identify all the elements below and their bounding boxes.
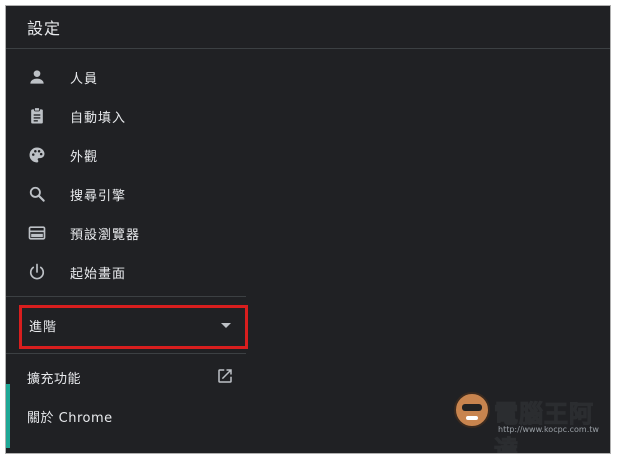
settings-window: 設定 人員 自動填入 外觀 搜尋引擎 預設瀏覽器 起始畫面 進階 擴充功能 關於…	[5, 5, 611, 454]
browser-window-icon	[27, 223, 47, 243]
person-icon	[27, 67, 47, 87]
watermark: 電腦王阿達 http://www.kocpc.com.tw	[446, 384, 610, 453]
sidebar-item-appearance[interactable]: 外觀	[6, 137, 246, 173]
sidebar-item-label: 人員	[70, 72, 99, 87]
clipboard-icon	[27, 106, 47, 126]
palette-icon	[27, 145, 47, 165]
watermark-title: 電腦王阿達	[494, 400, 594, 454]
sidebar-item-startup[interactable]: 起始畫面	[6, 254, 246, 290]
sidebar-item-label: 外觀	[70, 150, 99, 165]
advanced-toggle[interactable]: 進階	[19, 305, 248, 349]
advanced-label: 進階	[29, 320, 58, 335]
divider	[6, 296, 246, 297]
settings-header: 設定	[6, 6, 610, 49]
divider	[6, 353, 246, 354]
caret-down-icon	[221, 323, 231, 328]
watermark-url: http://www.kocpc.com.tw	[498, 425, 599, 434]
extensions-label: 擴充功能	[27, 372, 82, 387]
mascot-logo-icon	[454, 392, 490, 428]
sidebar-item-label: 預設瀏覽器	[70, 228, 141, 243]
sidebar-item-label: 自動填入	[70, 111, 127, 126]
sidebar-item-label: 起始畫面	[70, 267, 127, 282]
about-chrome-label: 關於 Chrome	[27, 411, 113, 426]
search-icon	[27, 184, 47, 204]
sidebar-item-search-engine[interactable]: 搜尋引擎	[6, 176, 246, 212]
sidebar-item-label: 搜尋引擎	[70, 189, 127, 204]
page-title: 設定	[27, 19, 62, 38]
about-chrome-link[interactable]: 關於 Chrome	[6, 400, 246, 432]
power-icon	[27, 262, 47, 282]
sidebar-item-default-browser[interactable]: 預設瀏覽器	[6, 215, 246, 251]
sidebar-item-autofill[interactable]: 自動填入	[6, 98, 246, 134]
sidebar-item-people[interactable]: 人員	[6, 59, 246, 95]
open-in-new-icon	[216, 367, 234, 385]
extensions-link[interactable]: 擴充功能	[6, 361, 246, 393]
